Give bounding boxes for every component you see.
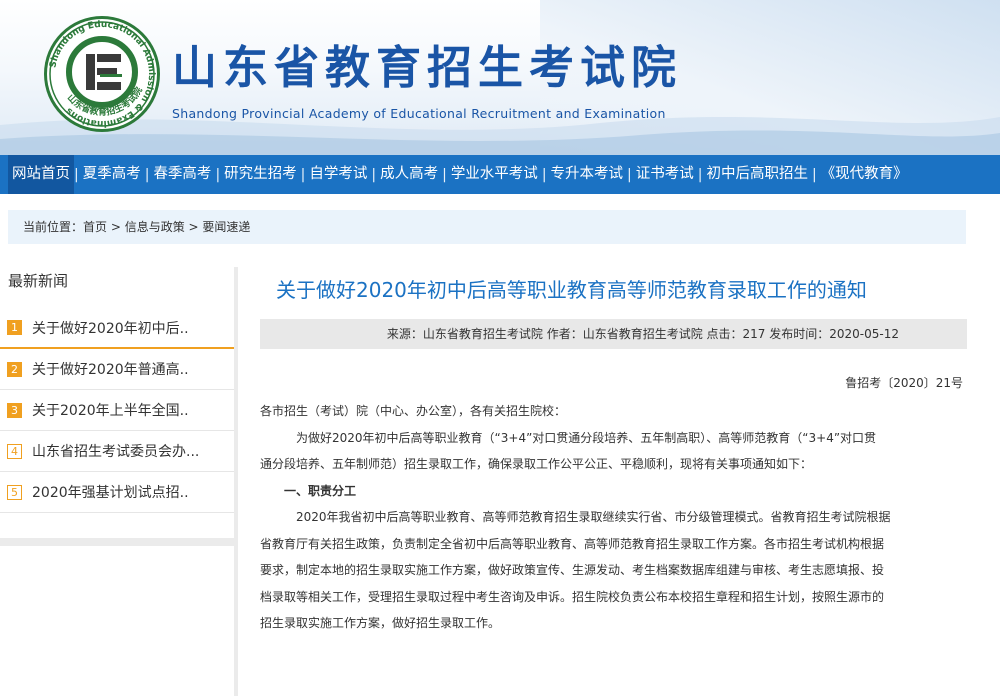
paragraph-line: 省教育厅有关招生政策，负责制定全省初中后高等职业教育、高等师范教育招生录取工作方…: [260, 536, 885, 551]
rank-badge: 4: [7, 443, 22, 459]
article-body: 各市招生（考试）院（中心、办公室），各有关招生院校： 为做好2020年初中后高等…: [260, 398, 967, 637]
nav-item-certificate-exam[interactable]: 证书考试: [632, 155, 698, 194]
nav-separator: |: [144, 166, 150, 183]
nav-item-adult-gaokao[interactable]: 成人高考: [376, 155, 442, 194]
nav-item-graduate-exam[interactable]: 研究生招考: [220, 155, 301, 194]
sidebar-bottom-bar: [0, 538, 234, 546]
sidebar-news-item[interactable]: 1 关于做好2020年初中后..: [0, 308, 234, 349]
page: Shandong Educational Admission & Examina…: [0, 0, 1000, 696]
article-title: 关于做好2020年初中后高等职业教育高等师范教育录取工作的通知: [276, 278, 867, 302]
sidebar-news-item[interactable]: 2 关于做好2020年普通高..: [0, 349, 234, 390]
nav-item-academic-level-exam[interactable]: 学业水平考试: [447, 155, 542, 194]
rank-badge: 3: [7, 402, 22, 418]
section-heading: 一、职责分工: [284, 483, 357, 498]
nav-separator: |: [627, 166, 632, 183]
article-meta: 来源：山东省教育招生考试院 作者：山东省教育招生考试院 点击：217 发布时间：…: [260, 319, 967, 349]
site-banner: Shandong Educational Admission & Examina…: [0, 0, 1000, 155]
nav-separator: |: [74, 166, 79, 183]
nav-separator: |: [371, 166, 377, 183]
sidebar-news-label: 山东省招生考试委员会办...: [32, 444, 200, 460]
breadcrumb-news-flash[interactable]: 要闻速递: [202, 220, 250, 234]
nav-separator: |: [811, 166, 817, 183]
sidebar-divider: [234, 267, 238, 696]
rank-badge: 1: [7, 320, 22, 335]
nav-separator: |: [541, 166, 547, 183]
breadcrumb: 当前位置：首页 > 信息与政策 > 要闻速递: [8, 210, 966, 244]
nav-separator: |: [442, 166, 447, 183]
breadcrumb-info-policy[interactable]: 信息与政策: [125, 220, 185, 234]
nav-item-spring-gaokao[interactable]: 春季高考: [149, 155, 215, 194]
paragraph-line: 2020年我省初中后高等职业教育、高等师范教育招生录取继续实行省、市分级管理模式…: [296, 510, 891, 524]
nav-separator: |: [697, 166, 703, 183]
site-title-en: Shandong Provincial Academy of Education…: [172, 106, 666, 121]
nav-item-summer-gaokao[interactable]: 夏季高考: [79, 155, 145, 194]
addressee: 各市招生（考试）院（中心、办公室），各有关招生院校：: [260, 404, 567, 418]
nav-item-home[interactable]: 网站首页: [8, 155, 74, 194]
rank-badge: 5: [7, 484, 22, 500]
sidebar-news-label: 关于2020年上半年全国..: [32, 403, 189, 419]
sidebar-news-item[interactable]: 5 2020年强基计划试点招..: [0, 472, 234, 513]
paragraph-line: 为做好2020年初中后高等职业教育（“3+4”对口贯通分段培养、五年制高职）、高…: [296, 430, 877, 445]
paragraph-line: 要求，制定本地的招生录取实施工作方案，做好政策宣传、生源发动、考生档案数据库组建…: [260, 563, 885, 577]
paragraph-line: 通分段培养、五年制师范）招生录取工作，确保录取工作公平公正、平稳顺利，现将有关事…: [260, 457, 813, 471]
article: 关于做好2020年初中后高等职业教育高等师范教育录取工作的通知 来源：山东省教育…: [260, 262, 967, 696]
sidebar-news-label: 关于做好2020年初中后..: [32, 320, 189, 337]
breadcrumb-separator: >: [184, 220, 203, 234]
sidebar-news-item[interactable]: 3 关于2020年上半年全国..: [0, 390, 234, 431]
breadcrumb-separator: >: [107, 220, 125, 234]
sidebar-news-label: 关于做好2020年普通高..: [32, 362, 189, 378]
nav-item-self-study-exam[interactable]: 自学考试: [305, 155, 371, 194]
main-nav: 网站首页 | 夏季高考 | 春季高考 | 研究生招考 | 自学考试 | 成人高考…: [0, 155, 1000, 194]
paragraph-line: 招生录取实施工作方案，做好招生录取工作。: [260, 616, 501, 630]
sidebar-news-list: 1 关于做好2020年初中后.. 2 关于做好2020年普通高.. 3 关于20…: [0, 308, 234, 513]
rank-badge: 2: [7, 361, 22, 377]
nav-item-vocational-enrollment[interactable]: 初中后高职招生: [702, 155, 812, 194]
site-title-cn: 山东省教育招生考试院: [172, 41, 683, 94]
sidebar-news-label: 2020年强基计划试点招..: [32, 485, 189, 501]
breadcrumb-home[interactable]: 首页: [83, 220, 107, 234]
document-number: 鲁招考〔2020〕21号: [845, 376, 963, 390]
academy-logo-seal: Shandong Educational Admission & Examina…: [44, 16, 160, 132]
sidebar-news-item[interactable]: 4 山东省招生考试委员会办...: [0, 431, 234, 472]
nav-item-modern-education[interactable]: 《现代教育》: [817, 155, 912, 194]
sidebar-latest-news: 最新新闻 1 关于做好2020年初中后.. 2 关于做好2020年普通高.. 3…: [0, 262, 238, 696]
nav-item-upgrade-exam[interactable]: 专升本考试: [547, 155, 628, 194]
nav-separator: |: [215, 166, 221, 183]
nav-separator: |: [300, 166, 306, 183]
paragraph-line: 档录取等相关工作，受理招生录取过程中考生咨询及申诉。招生院校负责公布本校招生章程…: [260, 589, 885, 604]
breadcrumb-prefix: 当前位置：: [23, 220, 84, 234]
sidebar-heading: 最新新闻: [8, 272, 69, 290]
